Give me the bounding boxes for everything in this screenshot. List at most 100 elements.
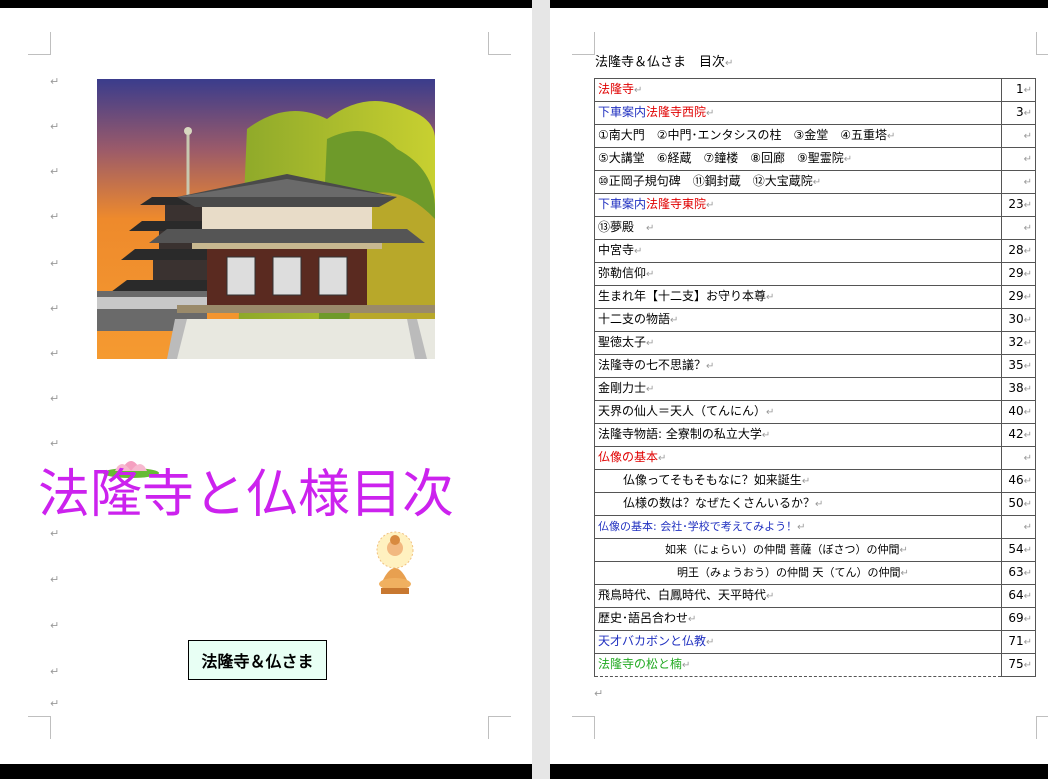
paragraph-mark: ↵ <box>688 614 697 625</box>
toc-row[interactable]: ⑬夢殿 ↵ ↵ <box>594 216 1036 240</box>
toc-entry-title[interactable]: 飛鳥時代、白鳳時代、天平時代↵ <box>594 584 1002 608</box>
toc-entry-title[interactable]: 仏像の基本: 会社･学校で考えてみよう！↵ <box>594 515 1002 539</box>
toc-row[interactable]: 天界の仙人＝天人（てんにん）↵ 40↵ <box>594 400 1036 424</box>
toc-entry-title[interactable]: 弥勒信仰↵ <box>594 262 1002 286</box>
toc-entry-title[interactable]: 十二支の物語↵ <box>594 308 1002 332</box>
paragraph-mark: ↵ <box>1023 223 1032 234</box>
toc-entry-text: 聖徳太子 <box>598 335 647 349</box>
toc-entry-title[interactable]: 下車案内法隆寺東院↵ <box>594 193 1002 217</box>
toc-entry-title[interactable]: 仏様の数は？なぜたくさんいるか？↵ <box>594 492 1002 516</box>
toc-entry-title[interactable]: ⑬夢殿 ↵ <box>594 216 1002 240</box>
toc-entry-title[interactable]: 中宮寺↵ <box>594 239 1002 263</box>
toc-entry-page: 46↵ <box>1001 469 1036 493</box>
toc-row[interactable]: 法隆寺の七不思議？↵ 35↵ <box>594 354 1036 378</box>
toc-entry-title[interactable]: 明王（みょうおう）の仲間 天（てん）の仲間↵ <box>594 561 1002 585</box>
toc-entry-title[interactable]: 法隆寺の七不思議？↵ <box>594 354 1002 378</box>
paragraph-mark: ↵ <box>1023 476 1032 487</box>
document-page-right[interactable]: 法隆寺＆仏さま 目次↵ 法隆寺↵ 1↵ 下車案内法隆寺西院↵ 3↵ ①南大門 ②中門･エ… <box>550 8 1048 764</box>
document-page-left[interactable]: ↵ ↵ ↵ ↵ ↵ ↵ ↵ ↵ ↵ ↵ ↵ ↵ ↵ ↵ 法隆寺と仏様目次 法隆寺… <box>0 8 532 764</box>
paragraph-mark: ↵ <box>1023 453 1032 464</box>
toc-entry-title[interactable]: 下車案内法隆寺西院↵ <box>594 101 1002 125</box>
toc-row[interactable]: ①南大門 ②中門･エンタシスの柱 ③金堂 ④五重塔↵ ↵ <box>594 124 1036 148</box>
label-box[interactable]: 法隆寺＆仏さま <box>188 640 327 680</box>
toc-entry-text: 法隆寺の松と楠 <box>598 657 683 671</box>
toc-entry-text: 仏様の数は？なぜたくさんいるか？ <box>623 496 816 510</box>
toc-row[interactable]: 中宮寺↵ 28↵ <box>594 239 1036 263</box>
paragraph-mark: ↵ <box>50 697 60 710</box>
toc-entry-text: 法隆寺 <box>598 82 635 96</box>
toc-entry-title[interactable]: 天界の仙人＝天人（てんにん）↵ <box>594 400 1002 424</box>
paragraph-mark: ↵ <box>50 75 60 88</box>
toc-entry-text: ⑬夢殿 <box>598 220 647 234</box>
toc-row[interactable]: 飛鳥時代、白鳳時代、天平時代↵ 64↵ <box>594 584 1036 608</box>
toc-entry-title[interactable]: ⑤大講堂 ⑥経蔵 ⑦鐘楼 ⑧回廊 ⑨聖霊院↵ <box>594 147 1002 171</box>
paragraph-mark: ↵ <box>706 361 715 372</box>
toc-row[interactable]: 法隆寺の松と楠↵ 75↵ <box>594 653 1036 677</box>
toc-entry-title[interactable]: 仏像の基本↵ <box>594 446 1002 470</box>
paragraph-mark: ↵ <box>766 591 775 602</box>
toc-row[interactable]: ⑩正岡子規句碑 ⑪鋼封蔵 ⑫大宝蔵院↵ ↵ <box>594 170 1036 194</box>
paragraph-mark: ↵ <box>706 200 715 211</box>
paragraph-mark: ↵ <box>1023 522 1032 533</box>
toc-entry-page: 29↵ <box>1001 285 1036 309</box>
paragraph-mark: ↵ <box>50 527 60 540</box>
toc-row[interactable]: 如来（にょらい）の仲間 菩薩（ぼさつ）の仲間↵ 54↵ <box>594 538 1036 562</box>
toc-entry-page: 50↵ <box>1001 492 1036 516</box>
toc-row[interactable]: ⑤大講堂 ⑥経蔵 ⑦鐘楼 ⑧回廊 ⑨聖霊院↵ ↵ <box>594 147 1036 171</box>
crop-mark <box>488 716 511 739</box>
toc-entry-text: 弥勒信仰 <box>598 266 647 280</box>
toc-entry-title[interactable]: 仏像ってそもそもなに？如来誕生↵ <box>594 469 1002 493</box>
paragraph-mark: ↵ <box>50 302 60 315</box>
toc-row[interactable]: 聖徳太子↵ 32↵ <box>594 331 1036 355</box>
toc-row[interactable]: 明王（みょうおう）の仲間 天（てん）の仲間↵ 63↵ <box>594 561 1036 585</box>
paragraph-mark: ↵ <box>50 392 60 405</box>
pagoda-illustration[interactable] <box>97 79 435 359</box>
paragraph-mark: ↵ <box>1023 269 1032 280</box>
toc-entry-page: 42↵ <box>1001 423 1036 447</box>
toc-entry-title[interactable]: 天才バカボンと仏教↵ <box>594 630 1002 654</box>
toc-entry-text: 下車案内 <box>598 197 647 211</box>
toc-row[interactable]: 弥勒信仰↵ 29↵ <box>594 262 1036 286</box>
toc-entry-text: 天界の仙人＝天人（てんにん） <box>598 404 767 418</box>
toc-entry-title[interactable]: 如来（にょらい）の仲間 菩薩（ぼさつ）の仲間↵ <box>594 538 1002 562</box>
toc-row[interactable]: 天才バカボンと仏教↵ 71↵ <box>594 630 1036 654</box>
toc-entry-title[interactable]: 金剛力士↵ <box>594 377 1002 401</box>
toc-entry-text: 仏像の基本: 会社･学校で考えてみよう！ <box>598 520 798 533</box>
toc-entry-title[interactable]: ①南大門 ②中門･エンタシスの柱 ③金堂 ④五重塔↵ <box>594 124 1002 148</box>
toc-row[interactable]: 十二支の物語↵ 30↵ <box>594 308 1036 332</box>
toc-entry-title[interactable]: ⑩正岡子規句碑 ⑪鋼封蔵 ⑫大宝蔵院↵ <box>594 170 1002 194</box>
toc-row[interactable]: 仏様の数は？なぜたくさんいるか？↵ 50↵ <box>594 492 1036 516</box>
paragraph-mark: ↵ <box>1023 384 1032 395</box>
toc-entry-title[interactable]: 法隆寺↵ <box>594 78 1002 102</box>
toc-entry-title[interactable]: 歴史･語呂合わせ↵ <box>594 607 1002 631</box>
toc-entry-text: 下車案内 <box>598 105 647 119</box>
toc-row[interactable]: 法隆寺↵ 1↵ <box>594 78 1036 102</box>
toc-row[interactable]: 生まれ年【十二支】お守り本尊↵ 29↵ <box>594 285 1036 309</box>
toc-entry-text: ①南大門 ②中門･エンタシスの柱 ③金堂 ④五重塔 <box>598 128 888 142</box>
toc-entry-text: 十二支の物語 <box>598 312 671 326</box>
toc-row[interactable]: 金剛力士↵ 38↵ <box>594 377 1036 401</box>
toc-row[interactable]: 仏像ってそもそもなに？如来誕生↵ 46↵ <box>594 469 1036 493</box>
crop-mark <box>28 716 51 739</box>
toc-entry-page: 71↵ <box>1001 630 1036 654</box>
toc-entry-title[interactable]: 生まれ年【十二支】お守り本尊↵ <box>594 285 1002 309</box>
toc-entry-title[interactable]: 法隆寺物語: 全寮制の私立大学↵ <box>594 423 1002 447</box>
paragraph-mark: ↵ <box>1023 660 1032 671</box>
toc-entry-title[interactable]: 法隆寺の松と楠↵ <box>594 653 1002 677</box>
paragraph-mark: ↵ <box>1023 637 1032 648</box>
toc-entry-text: ⑤大講堂 ⑥経蔵 ⑦鐘楼 ⑧回廊 ⑨聖霊院 <box>598 151 844 165</box>
toc-row[interactable]: 下車案内法隆寺西院↵ 3↵ <box>594 101 1036 125</box>
toc-row[interactable]: 仏像の基本: 会社･学校で考えてみよう！↵ ↵ <box>594 515 1036 539</box>
paragraph-mark: ↵ <box>1023 108 1032 119</box>
paragraph-mark: ↵ <box>1023 154 1032 165</box>
toc-entry-title[interactable]: 聖徳太子↵ <box>594 331 1002 355</box>
toc-heading: 法隆寺＆仏さま 目次↵ <box>595 55 734 70</box>
toc-row[interactable]: 下車案内法隆寺東院↵ 23↵ <box>594 193 1036 217</box>
toc-row[interactable]: 仏像の基本↵ ↵ <box>594 446 1036 470</box>
toc-entry-page: 75↵ <box>1001 653 1036 677</box>
paragraph-mark: ↵ <box>1023 591 1032 602</box>
paragraph-mark: ↵ <box>1023 292 1032 303</box>
toc-row[interactable]: 法隆寺物語: 全寮制の私立大学↵ 42↵ <box>594 423 1036 447</box>
toc-entry-page: ↵ <box>1001 124 1036 148</box>
toc-row[interactable]: 歴史･語呂合わせ↵ 69↵ <box>594 607 1036 631</box>
